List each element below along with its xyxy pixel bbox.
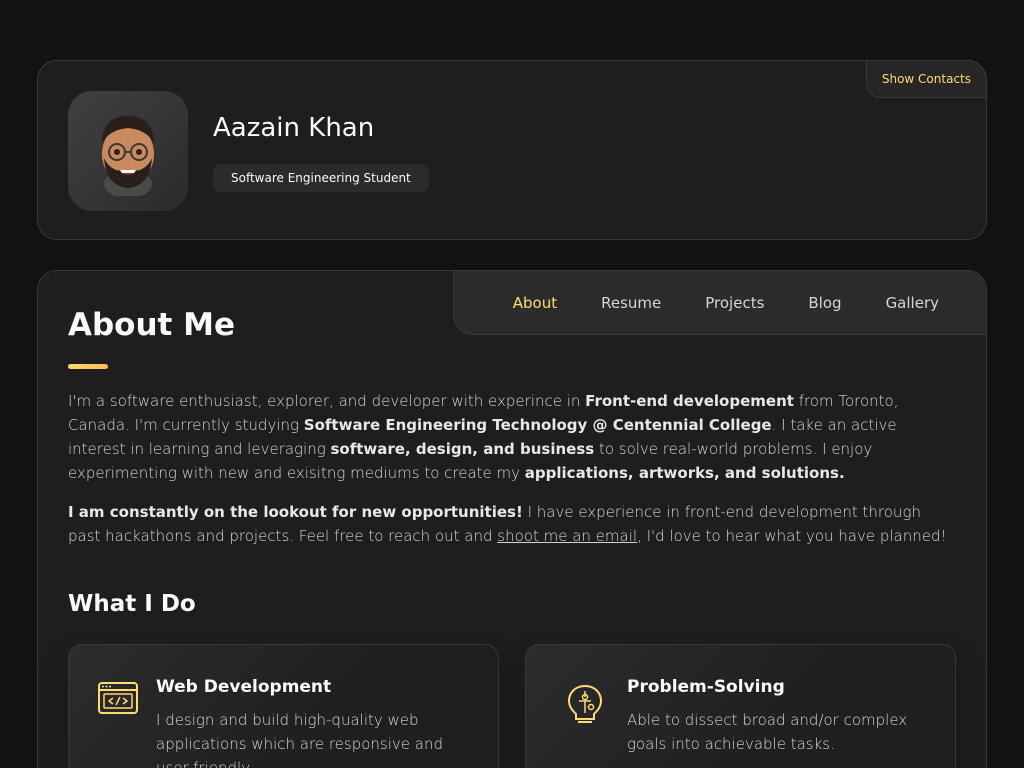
about-paragraph-1: I'm a software enthusiast, explorer, and… [68,392,899,482]
profile-card: Aazain Khan Software Engineering Student… [37,60,987,240]
nav-link-projects[interactable]: Projects [705,294,764,312]
code-window-icon [98,682,138,714]
lightbulb-puzzle-icon [567,684,603,723]
profile-title-badge: Software Engineering Student [213,164,429,192]
main-navbar: About Resume Projects Blog Gallery [453,271,986,335]
page-title: About Me [68,307,236,343]
nav-link-gallery[interactable]: Gallery [886,294,939,312]
nav-link-blog[interactable]: Blog [808,294,841,312]
email-link[interactable]: shoot me an email [497,527,637,545]
avatar [68,91,188,211]
service-description: Able to dissect broad and/or complex goa… [627,711,908,753]
about-article: About Resume Projects Blog Gallery About… [37,270,987,768]
service-title: Problem-Solving [627,677,785,697]
service-title: Web Development [156,677,332,697]
about-text: I'm a software enthusiast, explorer, and… [68,389,958,563]
show-contacts-button[interactable]: Show Contacts [865,60,987,98]
profile-name: Aazain Khan [213,113,375,143]
service-item-problem-solving: Problem-Solving Able to dissect broad an… [525,644,956,768]
service-item-web-development: Web Development I design and build high-… [68,644,499,768]
title-underline [68,364,108,369]
services-title: What I Do [68,591,196,617]
nav-link-about[interactable]: About [513,294,557,312]
about-paragraph-2: I am constantly on the lookout for new o… [68,503,947,545]
service-description: I design and build high-quality web appl… [156,711,443,768]
memoji-avatar-icon [102,116,154,196]
nav-link-resume[interactable]: Resume [601,294,661,312]
